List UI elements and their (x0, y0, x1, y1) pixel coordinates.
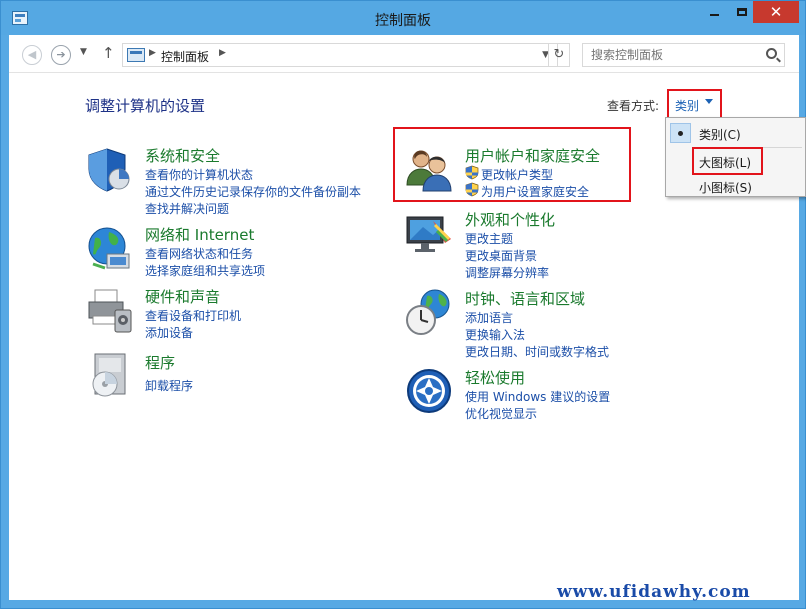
breadcrumb-control-panel[interactable]: 控制面板 (161, 48, 209, 65)
programs-icon (92, 353, 126, 397)
category-hardware-sound: 硬件和声音 查看设备和打印机 添加设备 (85, 286, 385, 340)
address-path[interactable]: ▶ 控制面板 ▶ ▼ (122, 43, 558, 67)
page-title: 调整计算机的设置 (85, 97, 206, 115)
link-add-language[interactable]: 添加语言 (465, 309, 513, 326)
link-homegroup-sharing[interactable]: 选择家庭组和共享选项 (145, 262, 265, 279)
close-button[interactable]: ✕ (753, 1, 799, 23)
view-by-menu: 类别(C) 大图标(L) 小图标(S) (665, 117, 806, 197)
control-panel-icon (127, 48, 145, 62)
clock-globe-icon (406, 289, 450, 335)
link-network-status[interactable]: 查看网络状态和任务 (145, 245, 253, 262)
link-file-history-backup[interactable]: 通过文件历史记录保存你的文件备份副本 (145, 183, 361, 200)
users-icon (406, 150, 452, 192)
menu-item-large-icons[interactable]: 大图标(L) (666, 147, 805, 175)
title-bar[interactable]: 控制面板 ✕ (1, 1, 805, 35)
link-change-theme[interactable]: 更改主题 (465, 230, 513, 247)
maximize-button[interactable] (729, 1, 755, 23)
view-by-label: 查看方式: (607, 99, 660, 113)
control-panel-window: 控制面板 ✕ ◀ ➔ ▼ ↑ ▶ 控制面板 ▶ ▼ ↻ 调整计算机的设置 查看方… (0, 0, 806, 609)
up-button[interactable]: ↑ (102, 44, 115, 62)
view-by-value: 类别 (675, 99, 700, 113)
network-internet-title[interactable]: 网络和 Internet (145, 224, 254, 245)
search-icon[interactable] (766, 48, 777, 59)
back-button[interactable]: ◀ (22, 45, 42, 65)
printer-icon (88, 289, 132, 333)
minimize-button[interactable] (701, 1, 727, 23)
chevron-right-icon[interactable]: ▶ (219, 48, 226, 58)
link-change-date-time-format[interactable]: 更改日期、时间或数字格式 (465, 343, 609, 360)
link-uninstall-program[interactable]: 卸载程序 (145, 377, 193, 394)
user-accounts-title[interactable]: 用户帐户和家庭安全 (465, 145, 600, 166)
view-by-dropdown[interactable]: 类别 (667, 89, 722, 119)
uac-shield-icon (465, 165, 479, 180)
link-change-input-method[interactable]: 更换输入法 (465, 326, 525, 343)
chevron-right-icon[interactable]: ▶ (149, 48, 156, 58)
maximize-icon (737, 8, 747, 16)
category-ease-of-access: 轻松使用 使用 Windows 建议的设置 优化视觉显示 (405, 367, 665, 421)
watermark: www.ufidawhy.com (557, 582, 751, 602)
menu-item-small-icons[interactable]: 小图标(S) (666, 174, 805, 198)
menu-item-large-icons-label: 大图标(L) (699, 156, 752, 170)
selected-bullet-icon (670, 123, 691, 143)
forward-button[interactable]: ➔ (51, 45, 71, 65)
menu-item-category[interactable]: 类别(C) (666, 121, 805, 145)
search-box[interactable] (582, 43, 785, 67)
content-area: ◀ ➔ ▼ ↑ ▶ 控制面板 ▶ ▼ ↻ 调整计算机的设置 查看方式: 类别 (9, 35, 806, 602)
minimize-icon (710, 14, 719, 16)
menu-item-small-icons-label: 小图标(S) (699, 181, 752, 195)
link-view-computer-status[interactable]: 查看你的计算机状态 (145, 166, 253, 183)
shield-icon (88, 148, 130, 192)
hardware-sound-title[interactable]: 硬件和声音 (145, 286, 220, 307)
appearance-title[interactable]: 外观和个性化 (465, 209, 555, 230)
clock-language-region-title[interactable]: 时钟、语言和区域 (465, 288, 585, 309)
category-clock-language-region: 时钟、语言和区域 添加语言 更换输入法 更改日期、时间或数字格式 (405, 288, 665, 360)
link-change-account-type[interactable]: 更改帐户类型 (481, 166, 553, 183)
link-family-safety[interactable]: 为用户设置家庭安全 (481, 183, 589, 200)
menu-item-category-label: 类别(C) (699, 128, 741, 142)
link-recommended-settings[interactable]: 使用 Windows 建议的设置 (465, 388, 610, 405)
chevron-down-icon (705, 99, 713, 104)
link-change-desktop-background[interactable]: 更改桌面背景 (465, 247, 537, 264)
search-input[interactable] (583, 44, 761, 66)
system-security-title[interactable]: 系统和安全 (145, 145, 220, 166)
category-system-security: 系统和安全 查看你的计算机状态 通过文件历史记录保存你的文件备份副本 查找并解决… (85, 145, 385, 217)
programs-title[interactable]: 程序 (145, 352, 175, 373)
window-title: 控制面板 (375, 13, 431, 29)
uac-shield-icon (465, 182, 479, 197)
category-appearance: 外观和个性化 更改主题 更改桌面背景 调整屏幕分辨率 (405, 209, 665, 281)
link-optimize-visual-display[interactable]: 优化视觉显示 (465, 405, 537, 422)
appearance-icon (406, 216, 451, 252)
category-user-accounts: 用户帐户和家庭安全 更改帐户类型 为用户设置家庭安全 (405, 145, 635, 205)
ease-of-access-title[interactable]: 轻松使用 (465, 367, 525, 388)
link-devices-printers[interactable]: 查看设备和打印机 (145, 307, 241, 324)
category-network-internet: 网络和 Internet 查看网络状态和任务 选择家庭组和共享选项 (85, 224, 385, 278)
refresh-button[interactable]: ↻ (548, 43, 570, 67)
link-adjust-resolution[interactable]: 调整屏幕分辨率 (465, 264, 549, 281)
category-programs: 程序 卸载程序 (85, 352, 385, 402)
link-add-device[interactable]: 添加设备 (145, 324, 193, 341)
globe-network-icon (88, 227, 130, 270)
recent-locations-dropdown[interactable]: ▼ (80, 47, 87, 57)
link-troubleshoot[interactable]: 查找并解决问题 (145, 200, 229, 217)
address-bar: ◀ ➔ ▼ ↑ ▶ 控制面板 ▶ ▼ ↻ (9, 35, 799, 73)
close-icon: ✕ (769, 3, 783, 21)
ease-of-access-icon (407, 369, 451, 413)
